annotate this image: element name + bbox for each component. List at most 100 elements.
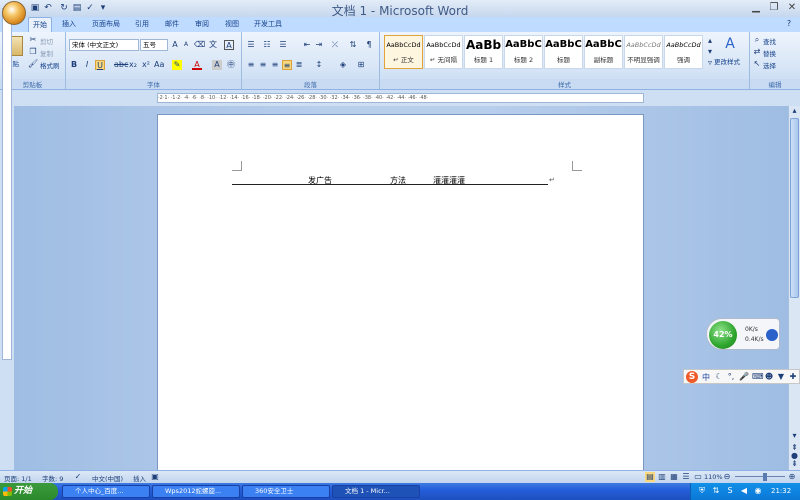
show-marks-icon[interactable]: ¶	[364, 40, 374, 50]
char-border-icon[interactable]: A	[224, 40, 234, 50]
clock[interactable]: 21:32	[771, 487, 791, 495]
tab-developer[interactable]: 开发工具	[250, 17, 286, 32]
moon-icon[interactable]: ☾	[714, 372, 724, 382]
tab-home[interactable]: 开始	[28, 17, 52, 32]
microphone-icon[interactable]: 🎤	[739, 372, 749, 382]
customize-qat-icon[interactable]: ▾	[97, 2, 109, 14]
document-text[interactable]: 灌灌灌灌	[433, 175, 465, 186]
copy-button[interactable]: 复制	[40, 48, 53, 58]
tray-network-icon[interactable]: ⇅	[711, 486, 721, 496]
taskbar-item-baidu[interactable]: 个人中心_百度...	[62, 485, 150, 498]
select-button[interactable]: 选择	[763, 60, 776, 70]
multilevel-list-icon[interactable]: ☰	[278, 40, 288, 50]
document-text[interactable]: 发广告	[308, 175, 332, 186]
clear-format-icon[interactable]: ⌫	[194, 40, 205, 50]
taskbar-item-360[interactable]: 360安全卫士	[242, 485, 330, 498]
bullets-icon[interactable]: ☰	[246, 40, 256, 50]
font-name-box[interactable]: 宋体 (中文正文)	[69, 39, 139, 51]
align-right-icon[interactable]: ≡	[270, 60, 280, 70]
subscript-icon[interactable]: x₂	[128, 60, 138, 70]
zoom-in-icon[interactable]: ⊕	[787, 472, 797, 482]
redo-icon[interactable]: ↻	[58, 2, 70, 14]
restore-icon[interactable]: ❐	[766, 1, 782, 14]
scroll-thumb[interactable]	[790, 118, 799, 298]
justify-icon[interactable]: ≡	[282, 60, 292, 70]
sort-icon[interactable]: ⇅	[348, 40, 358, 50]
format-painter-button[interactable]: 格式刷	[40, 60, 60, 70]
borders-icon[interactable]: ⊞	[356, 60, 366, 70]
zoom-out-icon[interactable]: ⊖	[722, 472, 732, 482]
underline-icon[interactable]: U	[95, 60, 105, 70]
ime-mode[interactable]: 中	[702, 372, 710, 383]
style-subtitle[interactable]: AaBbC 副标题	[584, 35, 623, 69]
keyboard-icon[interactable]: ⌨	[752, 372, 764, 382]
copy-icon[interactable]: ❐	[28, 47, 38, 57]
highlight-icon[interactable]: ✎	[172, 60, 182, 70]
tray-security-icon[interactable]: ◉	[753, 486, 763, 496]
find-button[interactable]: 查找	[763, 36, 776, 46]
save-icon[interactable]: ▣	[29, 2, 41, 14]
enclose-char-icon[interactable]: ㊥	[226, 60, 236, 70]
shading-icon[interactable]: ◈	[338, 60, 348, 70]
style-heading-2[interactable]: AaBbC 标题 2	[504, 35, 543, 69]
print-preview-icon[interactable]: ▤	[71, 2, 83, 14]
styles-scroll-up-icon[interactable]: ▴	[705, 36, 715, 46]
cut-button[interactable]: 剪切	[40, 36, 53, 46]
help-icon[interactable]: ?	[784, 19, 794, 29]
decrease-indent-icon[interactable]: ⇤	[302, 40, 312, 50]
shrink-font-icon[interactable]: A	[181, 40, 191, 50]
macro-record-icon[interactable]: ▣	[150, 472, 160, 482]
style-title[interactable]: AaBbC 标题	[544, 35, 583, 69]
style-subtle-emphasis[interactable]: AaBbCcDd 不明显强调	[624, 35, 663, 69]
char-shading-icon[interactable]: A	[212, 60, 222, 70]
office-button[interactable]	[2, 1, 26, 25]
change-styles-button[interactable]: 更改样式	[714, 56, 740, 66]
proofing-icon[interactable]: ✓	[73, 472, 83, 482]
font-size-box[interactable]: 五号	[140, 39, 168, 51]
web-layout-icon[interactable]: ▦	[669, 472, 679, 482]
scroll-down-icon[interactable]: ▾	[789, 431, 800, 441]
ime-toolbar[interactable]: S 中 ☾ °, 🎤 ⌨ ☻ ▼ ✚	[683, 369, 800, 384]
fullscreen-reading-icon[interactable]: ▥	[657, 472, 667, 482]
next-page-icon[interactable]: ⇟	[789, 459, 800, 469]
word-count[interactable]: 字数: 9	[42, 473, 63, 483]
distributed-icon[interactable]: ≣	[294, 60, 304, 70]
align-left-icon[interactable]: ≡	[246, 60, 256, 70]
change-styles-icon[interactable]: A	[722, 36, 738, 52]
language-status[interactable]: 中文(中国)	[92, 473, 123, 483]
zoom-slider[interactable]	[735, 476, 785, 477]
chinese-layout-icon[interactable]: ⤫	[330, 40, 340, 50]
tab-review[interactable]: 审阅	[190, 17, 214, 32]
minimize-icon[interactable]: ▁	[748, 1, 764, 14]
zoom-slider-thumb[interactable]	[763, 473, 767, 481]
taskbar-item-wps[interactable]: Wps2012蛇螺旋...	[152, 485, 240, 498]
settings-icon[interactable]: ✚	[788, 372, 798, 382]
document-text[interactable]: 方法	[390, 175, 406, 186]
select-icon[interactable]: ↖	[752, 59, 762, 69]
horizontal-ruler[interactable]: ·2·1· ·1·2· ·4· ·6· ·8· ·10· ·12· ·14· ·…	[157, 93, 644, 103]
style-heading-1[interactable]: AaBb 标题 1	[464, 35, 503, 69]
tab-mailings[interactable]: 邮件	[160, 17, 184, 32]
grow-font-icon[interactable]: A	[170, 40, 180, 50]
user-icon[interactable]: ☻	[764, 372, 774, 382]
scroll-up-icon[interactable]: ▴	[789, 106, 800, 116]
punctuation-icon[interactable]: °,	[726, 372, 736, 382]
print-layout-icon[interactable]: ▤	[645, 472, 655, 482]
outline-icon[interactable]: ☰	[681, 472, 691, 482]
cut-icon[interactable]: ✂	[28, 35, 38, 45]
tab-view[interactable]: 视图	[220, 17, 244, 32]
draft-icon[interactable]: ▭	[693, 472, 703, 482]
style-normal[interactable]: AaBbCcDd ↵ 正文	[384, 35, 423, 69]
increase-indent-icon[interactable]: ⇥	[314, 40, 324, 50]
change-case-icon[interactable]: Aa	[154, 60, 164, 70]
tray-shield-icon[interactable]: ⛨	[697, 486, 707, 496]
strikethrough-icon[interactable]: abc	[114, 60, 128, 70]
vertical-scrollbar[interactable]: ▴ ▾ ⇞ ● ⇟	[788, 106, 800, 470]
insert-mode[interactable]: 插入	[133, 473, 146, 483]
numbering-icon[interactable]: ☷	[262, 40, 272, 50]
replace-icon[interactable]: ⇄	[752, 47, 762, 57]
replace-button[interactable]: 替换	[763, 48, 776, 58]
align-center-icon[interactable]: ≡	[258, 60, 268, 70]
tab-insert[interactable]: 插入	[57, 17, 81, 32]
vertical-ruler[interactable]	[2, 8, 12, 360]
